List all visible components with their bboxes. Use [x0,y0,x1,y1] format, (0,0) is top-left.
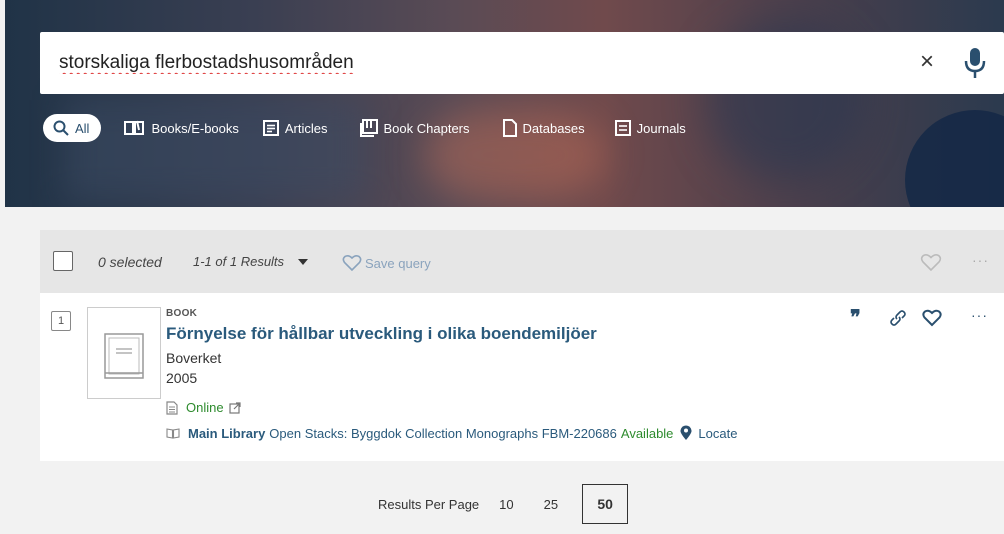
tab-journals[interactable]: Journals [614,114,686,142]
book-cover-icon [104,333,144,379]
select-all-checkbox[interactable] [53,251,73,271]
book-chapter-icon [359,119,378,137]
locate-link[interactable]: Locate [698,426,737,441]
tab-book-chapters[interactable]: Book Chapters [359,114,470,142]
online-access-link[interactable]: Online [166,400,241,415]
selected-count: 0 selected [98,254,162,270]
results-toolbar: 0 selected 1-1 of 1 Results Save query ·… [40,230,1004,293]
location-pin-icon[interactable] [680,425,692,441]
search-bar: × [40,32,1004,94]
more-options-icon[interactable]: ··· [972,252,989,268]
search-icon [53,120,69,136]
heart-outline-icon [342,254,362,272]
per-page-option-25[interactable]: 25 [542,497,560,512]
tab-label: All [75,120,90,136]
tab-label: Articles [284,120,328,136]
tab-all[interactable]: All [43,114,102,142]
resource-type-tabs: All Books/E-books Articles Book Chapters… [43,114,686,142]
resource-type: BOOK [166,308,198,319]
results-per-page-label: Results Per Page [378,496,480,512]
permalink-icon[interactable] [889,309,907,327]
save-query-label: Save query [365,255,431,271]
result-title-link[interactable]: Förnyelse för hållbar utveckling i olika… [166,324,597,344]
tab-books-ebooks[interactable]: Books/E-books [123,114,239,142]
library-name-link[interactable]: Main Library [188,426,265,441]
clear-icon[interactable]: × [920,50,934,74]
more-actions-icon[interactable]: ··· [971,307,988,323]
shelf-location-link[interactable]: Open Stacks: Byggdok Collection Monograp… [269,426,617,441]
hero-background-shape [905,110,1004,207]
journal-icon [614,120,631,136]
online-label: Online [186,400,224,415]
tab-label: Books/E-books [151,120,239,136]
tab-articles[interactable]: Articles [262,114,328,142]
result-rank-checkbox[interactable]: 1 [51,311,71,331]
per-page-option-50-selected[interactable]: 50 [582,484,629,524]
document-icon [166,400,178,415]
tab-label: Journals [636,120,686,136]
tab-label: Databases [522,120,585,136]
availability-status: Available [620,425,674,441]
result-item: 1 BOOK Förnyelse för hållbar utveckling … [40,293,1004,461]
external-link-icon [228,401,241,414]
holdings-line: Main Library Open Stacks: Byggdok Collec… [166,425,737,441]
results-per-page: Results Per Page 10 25 50 [378,484,629,524]
tab-databases[interactable]: Databases [502,114,585,142]
tab-label: Book Chapters [383,120,470,136]
open-book-icon [124,120,145,135]
article-icon [262,120,279,136]
cite-icon[interactable]: ❞ [850,305,861,329]
microphone-icon[interactable] [962,47,988,79]
caret-down-icon[interactable] [298,259,308,265]
save-query-button[interactable]: Save query [342,254,431,272]
open-book-icon [166,428,180,439]
results-count-dropdown[interactable]: 1-1 of 1 Results [193,254,284,269]
result-creator: Boverket [166,350,222,366]
result-year: 2005 [166,370,198,386]
per-page-option-10[interactable]: 10 [497,497,515,512]
heart-outline-icon[interactable] [920,253,942,272]
book-thumbnail[interactable] [87,307,161,399]
search-input[interactable] [59,52,839,74]
favorite-heart-icon[interactable] [922,309,942,327]
file-icon [502,119,517,137]
